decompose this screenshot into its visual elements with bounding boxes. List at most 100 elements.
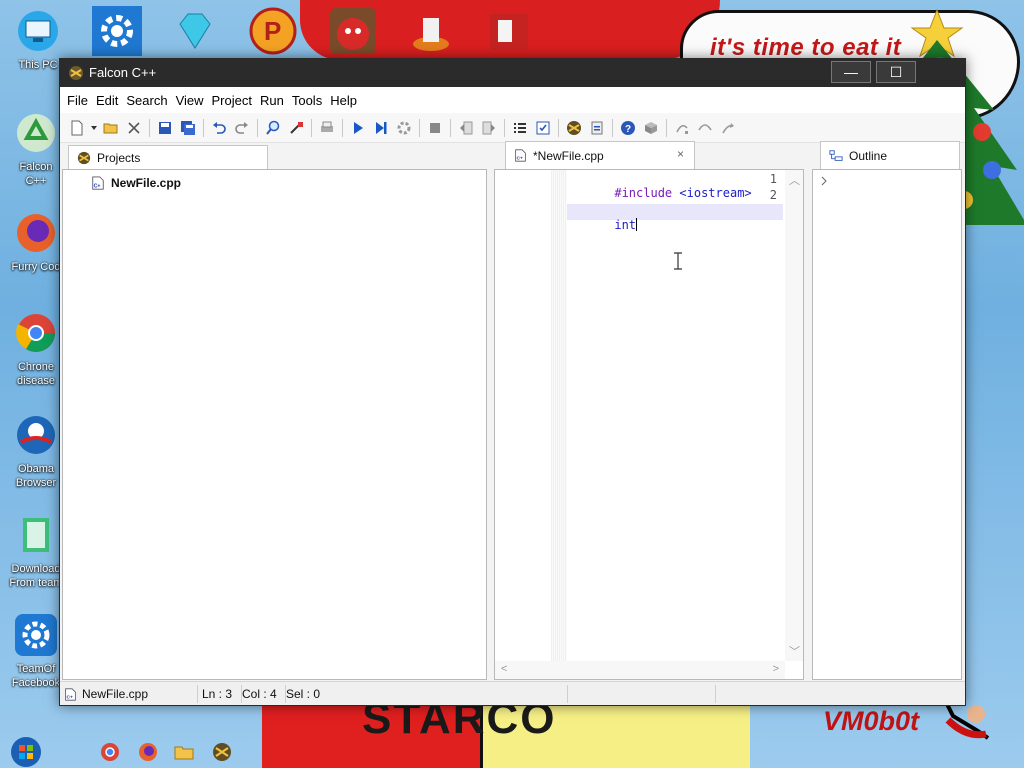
- outline-icon: [829, 149, 843, 161]
- chevron-right-icon[interactable]: [819, 176, 829, 186]
- firefox-taskbar-icon[interactable]: [138, 742, 158, 762]
- desktop-icon-teamof[interactable]: TeamOf Facebook: [8, 614, 64, 690]
- new-file-button[interactable]: [66, 117, 88, 139]
- chrome-taskbar-icon[interactable]: [100, 742, 120, 762]
- package-button[interactable]: [640, 117, 662, 139]
- status-line: Ln : 3: [202, 685, 242, 703]
- templates-button[interactable]: [586, 117, 608, 139]
- step-into-button[interactable]: [671, 117, 693, 139]
- close-file-button[interactable]: [123, 117, 145, 139]
- editor-vertical-scrollbar[interactable]: ︿ ﹀: [785, 170, 803, 661]
- desktop-icon-label: Furry Cod: [11, 261, 61, 273]
- code-text: #include <iostream>: [614, 186, 752, 200]
- menu-project[interactable]: Project: [208, 93, 256, 108]
- desktop-icon-label: This PC: [18, 59, 58, 71]
- menu-run[interactable]: Run: [256, 93, 288, 108]
- redo-button[interactable]: [231, 117, 253, 139]
- minimize-button[interactable]: —: [831, 61, 871, 83]
- menu-file[interactable]: File: [63, 93, 92, 108]
- code-text: int: [614, 218, 637, 232]
- menu-search[interactable]: Search: [122, 93, 171, 108]
- scroll-left-icon[interactable]: <: [501, 663, 507, 675]
- replace-icon: [290, 121, 303, 134]
- recycle-icon: [17, 114, 55, 152]
- angry-birds-icon[interactable]: [328, 6, 378, 56]
- falcon-taskbar-icon[interactable]: [212, 742, 232, 762]
- desktop-icon-falcon[interactable]: Falcon C++: [8, 112, 64, 188]
- desktop-icon-firefox[interactable]: Furry Cod: [8, 212, 64, 274]
- desktop-icon-this-pc[interactable]: This PC: [10, 10, 66, 72]
- menu-edit[interactable]: Edit: [92, 93, 122, 108]
- tab-editor-newfile[interactable]: C+ *NewFile.cpp ×: [505, 141, 695, 169]
- folder-open-icon: [103, 123, 118, 133]
- chevron-down-icon: [91, 125, 97, 130]
- list-button[interactable]: [509, 117, 531, 139]
- text-cursor-icon: [674, 252, 682, 270]
- start-orb-icon[interactable]: [10, 736, 42, 768]
- run-next-button[interactable]: [370, 117, 392, 139]
- step-over-button[interactable]: [694, 117, 716, 139]
- outline-pane: [812, 169, 962, 680]
- properties-icon: [536, 121, 550, 134]
- gear-icon[interactable]: [92, 6, 142, 56]
- back-button[interactable]: [455, 117, 477, 139]
- menu-tools[interactable]: Tools: [288, 93, 326, 108]
- cpp-file-icon: C+: [515, 149, 526, 162]
- help-icon: ?: [621, 120, 635, 135]
- menu-view[interactable]: View: [172, 93, 208, 108]
- properties-button[interactable]: [532, 117, 554, 139]
- save-all-button[interactable]: [177, 117, 199, 139]
- desktop-icon-download[interactable]: Download From team: [8, 514, 64, 590]
- code-line-3: int: [571, 204, 638, 246]
- package-icon: [645, 121, 657, 134]
- find-button[interactable]: [262, 117, 284, 139]
- tab-label: Outline: [849, 148, 888, 163]
- falcon-icon: [567, 120, 581, 135]
- toolbar: ?: [60, 113, 965, 143]
- build-button[interactable]: [393, 117, 415, 139]
- forward-icon: [482, 121, 495, 134]
- status-selection: Sel : 0: [286, 685, 568, 703]
- window-title: Falcon C++: [89, 65, 157, 80]
- game-icon[interactable]: [406, 6, 456, 56]
- desktop-icon-chrome[interactable]: Chrone disease: [8, 312, 64, 388]
- p-app-icon[interactable]: P: [248, 6, 298, 56]
- menu-help[interactable]: Help: [326, 93, 361, 108]
- maximize-button[interactable]: ☐: [876, 61, 916, 83]
- forward-button[interactable]: [478, 117, 500, 139]
- back-icon: [460, 121, 473, 134]
- run-button[interactable]: [347, 117, 369, 139]
- step-out-button[interactable]: [717, 117, 739, 139]
- editor-horizontal-scrollbar[interactable]: < >: [495, 661, 785, 679]
- desktop-icon-label: Chrone disease: [17, 361, 55, 387]
- scroll-down-icon[interactable]: ﹀: [789, 643, 800, 659]
- file-explorer-icon[interactable]: [174, 742, 194, 762]
- stop-button[interactable]: [424, 117, 446, 139]
- close-tab-icon[interactable]: ×: [677, 147, 684, 161]
- editor-pane[interactable]: 1 2 3 #include <iostream> int ︿ ﹀ < >: [494, 169, 804, 680]
- scroll-up-icon[interactable]: ︿: [789, 172, 800, 188]
- desktop-icon-obama[interactable]: Obama Browser: [8, 414, 64, 490]
- help-button[interactable]: ?: [617, 117, 639, 139]
- undo-button[interactable]: [208, 117, 230, 139]
- step-into-icon: [676, 124, 688, 134]
- svg-text:?: ?: [625, 124, 631, 135]
- wallpaper-corner-text: VM0b0t: [823, 706, 920, 736]
- svg-text:C+: C+: [66, 694, 73, 700]
- replace-button[interactable]: [285, 117, 307, 139]
- print-button[interactable]: [316, 117, 338, 139]
- open-button[interactable]: [100, 117, 122, 139]
- scroll-right-icon[interactable]: >: [773, 663, 779, 675]
- new-file-dropdown[interactable]: [89, 117, 99, 139]
- tab-projects[interactable]: Projects: [68, 145, 268, 170]
- title-bar[interactable]: Falcon C++ — ☐: [60, 59, 965, 87]
- falcon-options-button[interactable]: [563, 117, 585, 139]
- box-icon[interactable]: [484, 6, 534, 56]
- project-tree-item[interactable]: C+ NewFile.cpp: [91, 176, 181, 190]
- save-button[interactable]: [154, 117, 176, 139]
- tab-outline[interactable]: Outline: [820, 141, 960, 169]
- diamond-icon[interactable]: [170, 6, 220, 56]
- stop-icon: [430, 122, 440, 133]
- toolbar-separator: [311, 118, 312, 137]
- step-play-icon: [376, 121, 387, 134]
